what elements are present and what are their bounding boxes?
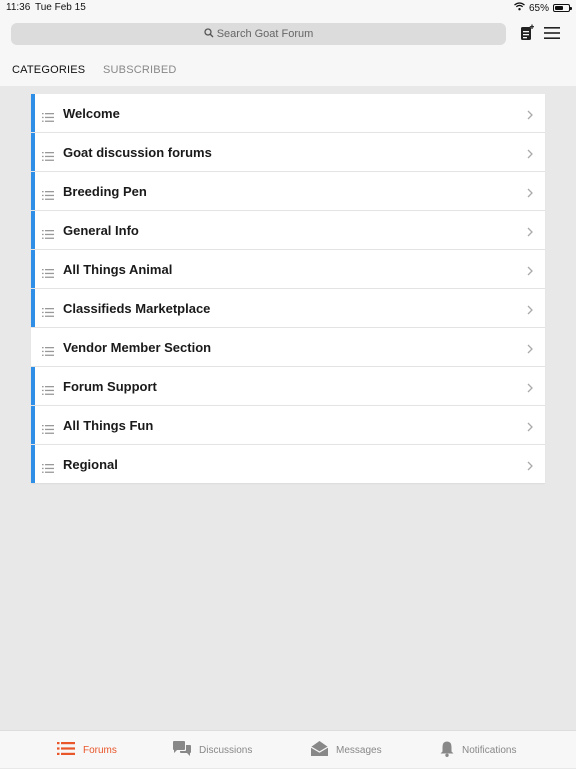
list-icon <box>42 421 54 439</box>
category-label: All Things Fun <box>63 418 154 433</box>
nav-notifications-label: Notifications <box>462 744 517 756</box>
bottom-nav: Forums Discussions Messages Notification… <box>0 730 576 768</box>
category-row[interactable]: Regional <box>31 445 545 483</box>
category-accent-bar <box>31 250 35 288</box>
list-icon <box>42 343 54 361</box>
wifi-icon <box>514 2 525 14</box>
search-placeholder: Search Goat Forum <box>216 28 314 40</box>
chevron-right-icon <box>527 458 533 476</box>
nav-discussions-label: Discussions <box>199 744 253 756</box>
menu-button[interactable] <box>541 25 563 45</box>
nav-discussions[interactable]: Discussions <box>173 731 252 769</box>
category-label: Goat discussion forums <box>63 145 212 160</box>
search-input[interactable]: Search Goat Forum <box>11 23 506 45</box>
category-accent-bar <box>31 445 35 483</box>
chevron-right-icon <box>527 185 533 203</box>
nav-forums[interactable]: Forums <box>57 731 117 769</box>
status-time: 11:36 <box>6 2 31 13</box>
chevron-right-icon <box>527 146 533 164</box>
tab-subscribed[interactable]: SUBSCRIBED <box>103 64 177 76</box>
category-label: Forum Support <box>63 379 157 394</box>
status-right: 65% <box>514 2 572 14</box>
list-icon <box>42 460 54 478</box>
search-icon <box>204 27 214 41</box>
category-label: Welcome <box>63 106 120 121</box>
chevron-right-icon <box>527 302 533 320</box>
category-accent-bar <box>31 211 35 249</box>
category-list: Welcome Goat discussion forums Breeding Pe… <box>31 94 545 483</box>
category-label: Vendor Member Section <box>63 340 212 355</box>
chevron-right-icon <box>527 341 533 359</box>
nav-notifications[interactable]: Notifications <box>440 731 516 769</box>
chevron-right-icon <box>527 263 533 281</box>
tab-categories[interactable]: CATEGORIES <box>12 64 85 76</box>
category-row[interactable]: All Things Fun <box>31 406 545 445</box>
bell-icon <box>440 741 454 760</box>
chevron-right-icon <box>527 107 533 125</box>
list-icon <box>42 226 54 244</box>
nav-messages-label: Messages <box>336 744 382 756</box>
category-accent-bar <box>31 367 35 405</box>
category-label: All Things Animal <box>63 262 173 277</box>
category-row[interactable]: All Things Animal <box>31 250 545 289</box>
category-accent-bar <box>31 94 35 132</box>
hamburger-menu-icon <box>544 26 560 44</box>
nav-messages[interactable]: Messages <box>310 731 382 769</box>
status-bar: 11:36 Tue Feb 15 65% <box>0 0 576 16</box>
list-icon <box>42 187 54 205</box>
category-accent-bar <box>31 172 35 210</box>
compose-icon <box>520 24 534 46</box>
category-label: Breeding Pen <box>63 184 147 199</box>
battery-fill <box>555 6 563 10</box>
envelope-icon <box>310 741 329 759</box>
list-icon <box>42 265 54 283</box>
forums-list-icon <box>57 742 75 758</box>
chevron-right-icon <box>527 380 533 398</box>
category-label: Regional <box>63 457 118 472</box>
chevron-right-icon <box>527 419 533 437</box>
list-icon <box>42 148 54 166</box>
category-accent-bar <box>31 133 35 171</box>
list-icon <box>42 304 54 322</box>
category-label: General Info <box>63 223 139 238</box>
category-row[interactable]: Welcome <box>31 94 545 133</box>
chevron-right-icon <box>527 224 533 242</box>
category-row[interactable]: Goat discussion forums <box>31 133 545 172</box>
status-date: Tue Feb 15 <box>35 2 86 13</box>
category-row[interactable]: General Info <box>31 211 545 250</box>
category-label: Classifieds Marketplace <box>63 301 211 316</box>
battery-percent: 65% <box>528 2 549 14</box>
list-icon <box>42 382 54 400</box>
category-row[interactable]: Classifieds Marketplace <box>31 289 545 328</box>
category-accent-bar <box>31 289 35 327</box>
category-row[interactable]: Breeding Pen <box>31 172 545 211</box>
compose-button[interactable] <box>517 24 537 46</box>
battery-icon <box>553 4 572 12</box>
nav-forums-label: Forums <box>83 744 117 756</box>
tab-bar: CATEGORIES SUBSCRIBED <box>0 52 576 86</box>
category-accent-bar <box>31 406 35 444</box>
chat-bubbles-icon <box>173 741 191 759</box>
list-icon <box>42 109 54 127</box>
top-bar: Search Goat Forum <box>0 16 576 52</box>
category-row[interactable]: Vendor Member Section <box>31 328 545 367</box>
category-accent-bar <box>31 328 35 366</box>
category-row[interactable]: Forum Support <box>31 367 545 406</box>
